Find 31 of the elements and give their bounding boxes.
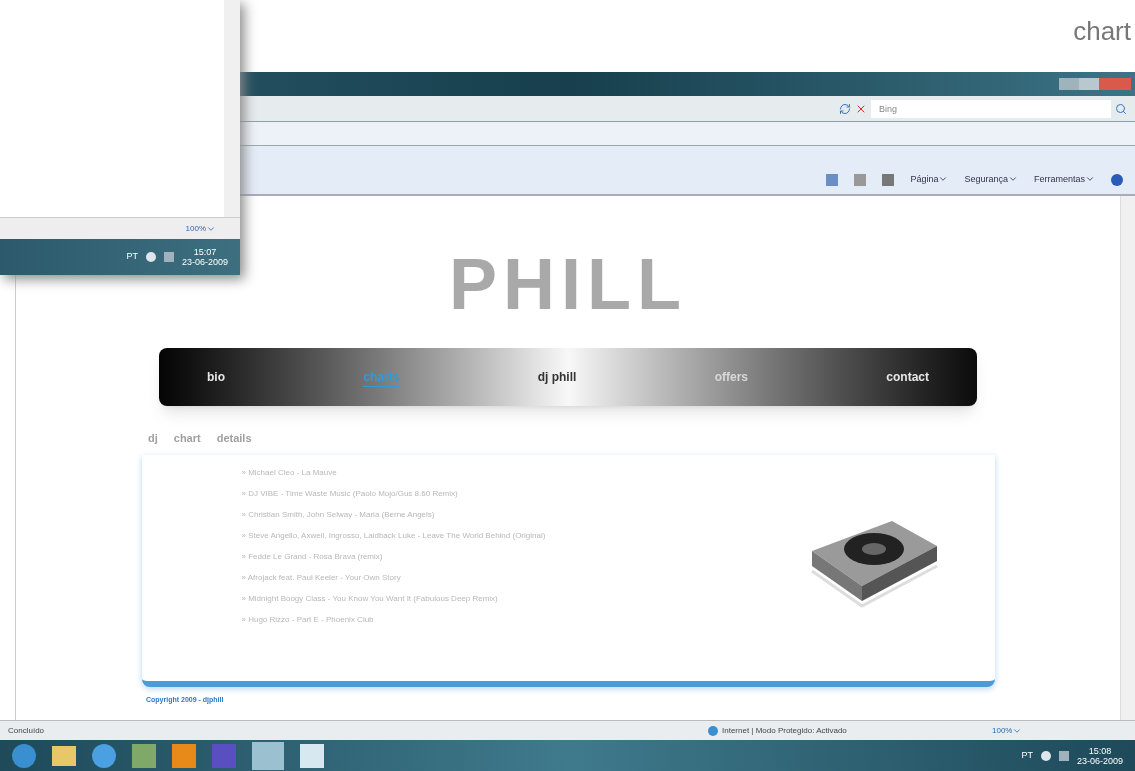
- app-icon[interactable]: [132, 743, 156, 768]
- zoom-button[interactable]: 100%: [185, 222, 216, 235]
- language-indicator[interactable]: PT: [126, 250, 138, 264]
- logo-text: PHILL: [449, 248, 687, 320]
- clock-time: 15:07: [193, 247, 217, 257]
- search-icon[interactable]: [1115, 102, 1127, 115]
- section-heading: details: [216, 431, 252, 446]
- nav-link[interactable]: contact: [886, 367, 929, 387]
- nav-link[interactable]: bio: [207, 367, 225, 387]
- nav-link[interactable]: dj phill: [537, 367, 577, 387]
- app-icon[interactable]: [172, 743, 196, 768]
- section-heading: dj: [148, 431, 158, 446]
- start-button[interactable]: [12, 743, 36, 768]
- section-heading: chart: [173, 431, 201, 446]
- language-indicator[interactable]: PT: [1021, 748, 1033, 763]
- search-field[interactable]: Bing: [871, 99, 1111, 118]
- status-text: Concluído: [8, 724, 46, 737]
- clock-date: 23-06-2009: [181, 257, 228, 267]
- clock-date: 23-06-2009: [1076, 755, 1123, 766]
- refresh-icon[interactable]: [839, 102, 851, 115]
- scrollbar[interactable]: [1120, 196, 1135, 720]
- security-zone-text: Internet | Modo Protegido: Activado: [722, 724, 848, 737]
- scrollbar[interactable]: [224, 0, 240, 217]
- command-menu-button[interactable]: Página: [910, 172, 949, 186]
- folder-icon[interactable]: [52, 745, 76, 766]
- zoom-button[interactable]: 100%: [992, 724, 1023, 737]
- command-menu-button[interactable]: Segurança: [964, 172, 1018, 186]
- command-menu-button[interactable]: Ferramentas: [1033, 172, 1095, 186]
- corner-label: chart: [1073, 15, 1131, 48]
- app-icon[interactable]: [300, 743, 324, 768]
- clock-time: 15:08: [1088, 745, 1112, 756]
